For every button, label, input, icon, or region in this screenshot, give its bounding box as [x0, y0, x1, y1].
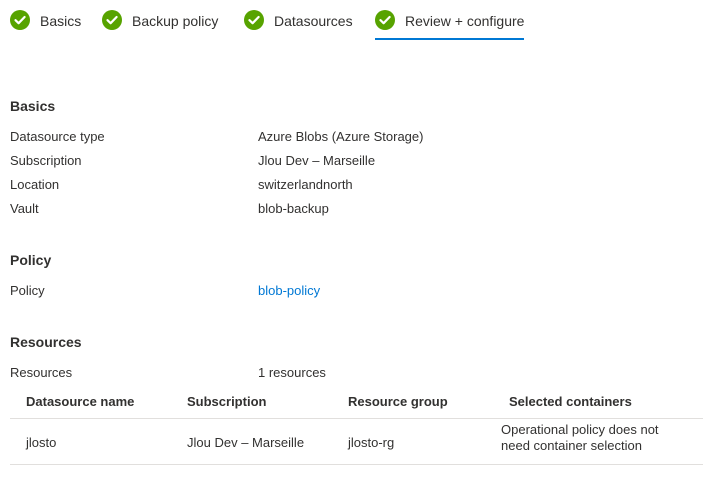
step-label: Backup policy	[132, 13, 219, 29]
cell-datasource-name: jlosto	[26, 435, 57, 450]
header-divider	[10, 418, 703, 419]
step-label: Datasources	[274, 13, 353, 29]
policy-section-title: Policy	[10, 252, 52, 268]
wizard-steps: Basics Backup policy Datasources Review …	[0, 0, 725, 48]
column-header-datasource-name[interactable]: Datasource name	[26, 394, 134, 409]
step-review-configure[interactable]: Review + configure	[375, 10, 525, 40]
policy-link[interactable]: blob-policy	[258, 283, 320, 298]
resources-section-title: Resources	[10, 334, 82, 350]
subscription-label: Subscription	[10, 153, 82, 168]
datasource-type-value: Azure Blobs (Azure Storage)	[258, 129, 424, 144]
check-circle-icon	[375, 10, 395, 30]
cell-resource-group: jlosto-rg	[348, 435, 395, 450]
datasource-type-label: Datasource type	[10, 129, 105, 144]
check-circle-icon	[10, 10, 30, 30]
check-circle-icon	[244, 10, 264, 30]
step-label: Review + configure	[405, 13, 525, 29]
location-value: switzerlandnorth	[258, 177, 353, 192]
subscription-value: Jlou Dev – Marseille	[258, 153, 376, 168]
column-header-resource-group[interactable]: Resource group	[348, 394, 448, 409]
step-datasources[interactable]: Datasources	[244, 10, 353, 40]
policy-label: Policy	[10, 283, 45, 298]
step-basics[interactable]: Basics	[10, 10, 81, 40]
cell-subscription: Jlou Dev – Marseille	[187, 435, 305, 450]
step-label: Basics	[40, 13, 82, 29]
vault-label: Vault	[10, 201, 39, 216]
row-divider	[10, 464, 703, 465]
vault-value: blob-backup	[258, 201, 329, 216]
resources-label: Resources	[10, 365, 73, 380]
check-circle-icon	[102, 10, 122, 30]
resources-count: 1 resources	[258, 365, 326, 380]
step-backup-policy[interactable]: Backup policy	[102, 10, 218, 40]
location-label: Location	[10, 177, 60, 192]
basics-section-title: Basics	[10, 98, 56, 114]
column-header-subscription[interactable]: Subscription	[187, 394, 266, 409]
cell-selected-containers: Operational policy does not need contain…	[501, 422, 659, 453]
column-header-selected-containers[interactable]: Selected containers	[509, 394, 632, 409]
